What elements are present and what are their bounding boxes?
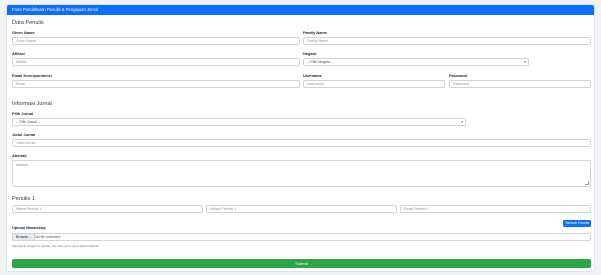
email-penulis1-input[interactable]: Email Penulis 1 xyxy=(400,205,591,213)
email-label: Email Korespondensi xyxy=(12,73,52,78)
pilih-jurnal-select[interactable]: -- Pilih Jurnal -- ▾ xyxy=(12,118,466,126)
family-name-input[interactable]: Family Name xyxy=(303,37,591,45)
abstrak-label: Abstrak xyxy=(12,153,27,158)
chevron-down-icon: ▾ xyxy=(461,120,463,124)
afiliasi-penulis1-input[interactable]: Afiliasi Penulis 1 xyxy=(206,205,397,213)
afiliasi-input[interactable]: Afiliasi xyxy=(12,58,300,66)
given-name-input[interactable]: Given Name xyxy=(12,37,300,45)
judul-jurnal-input[interactable]: Judul Jurnal xyxy=(12,139,591,147)
password-input[interactable]: Password xyxy=(449,80,591,88)
upload-label: Upload Manuskrip xyxy=(12,225,46,230)
negara-select[interactable]: -- Pilih Negara -- ▾ xyxy=(303,58,529,66)
family-name-label: Family Name xyxy=(303,30,328,35)
upload-help-text: Manuskrip dengan template, doc atau docx… xyxy=(12,244,100,248)
form-card: Form Pendaftaran Penulis & Pengajuan Jur… xyxy=(6,4,595,272)
chevron-down-icon: ▾ xyxy=(524,60,526,64)
negara-select-value: -- Pilih Negara -- xyxy=(307,60,334,64)
section-title-jurnal: Informasi Jurnal xyxy=(12,101,52,107)
username-label: Username xyxy=(303,73,322,78)
negara-label: Negara xyxy=(303,51,317,56)
resize-grip-icon[interactable] xyxy=(585,181,589,185)
username-input[interactable]: Username xyxy=(303,80,445,88)
add-author-button[interactable]: Tambah Penulis xyxy=(563,220,591,227)
nama-penulis1-input[interactable]: Nama Penulis 1 xyxy=(12,205,203,213)
section-title-penulis1: Penulis 1 xyxy=(12,196,36,202)
submit-button[interactable]: Submit xyxy=(12,259,591,268)
browse-button[interactable]: Browse... xyxy=(13,234,35,240)
pilih-jurnal-select-value: -- Pilih Jurnal -- xyxy=(16,120,41,124)
abstrak-placeholder: Abstrak xyxy=(16,163,29,167)
card-header: Form Pendaftaran Penulis & Pengajuan Jur… xyxy=(7,5,594,15)
password-label: Password xyxy=(449,73,468,78)
file-status: No file selected. xyxy=(35,235,61,239)
upload-file-input[interactable]: Browse... No file selected. xyxy=(12,233,591,241)
afiliasi-label: Afiliasi xyxy=(12,51,25,56)
abstrak-textarea[interactable]: Abstrak xyxy=(12,160,591,187)
judul-jurnal-label: Judul Jurnal xyxy=(12,132,36,137)
email-input[interactable]: Email xyxy=(12,80,300,88)
section-title-penulis: Data Penulis xyxy=(12,20,44,26)
pilih-jurnal-label: Pilih Jurnal xyxy=(12,111,33,116)
given-name-label: Given Name xyxy=(12,30,35,35)
